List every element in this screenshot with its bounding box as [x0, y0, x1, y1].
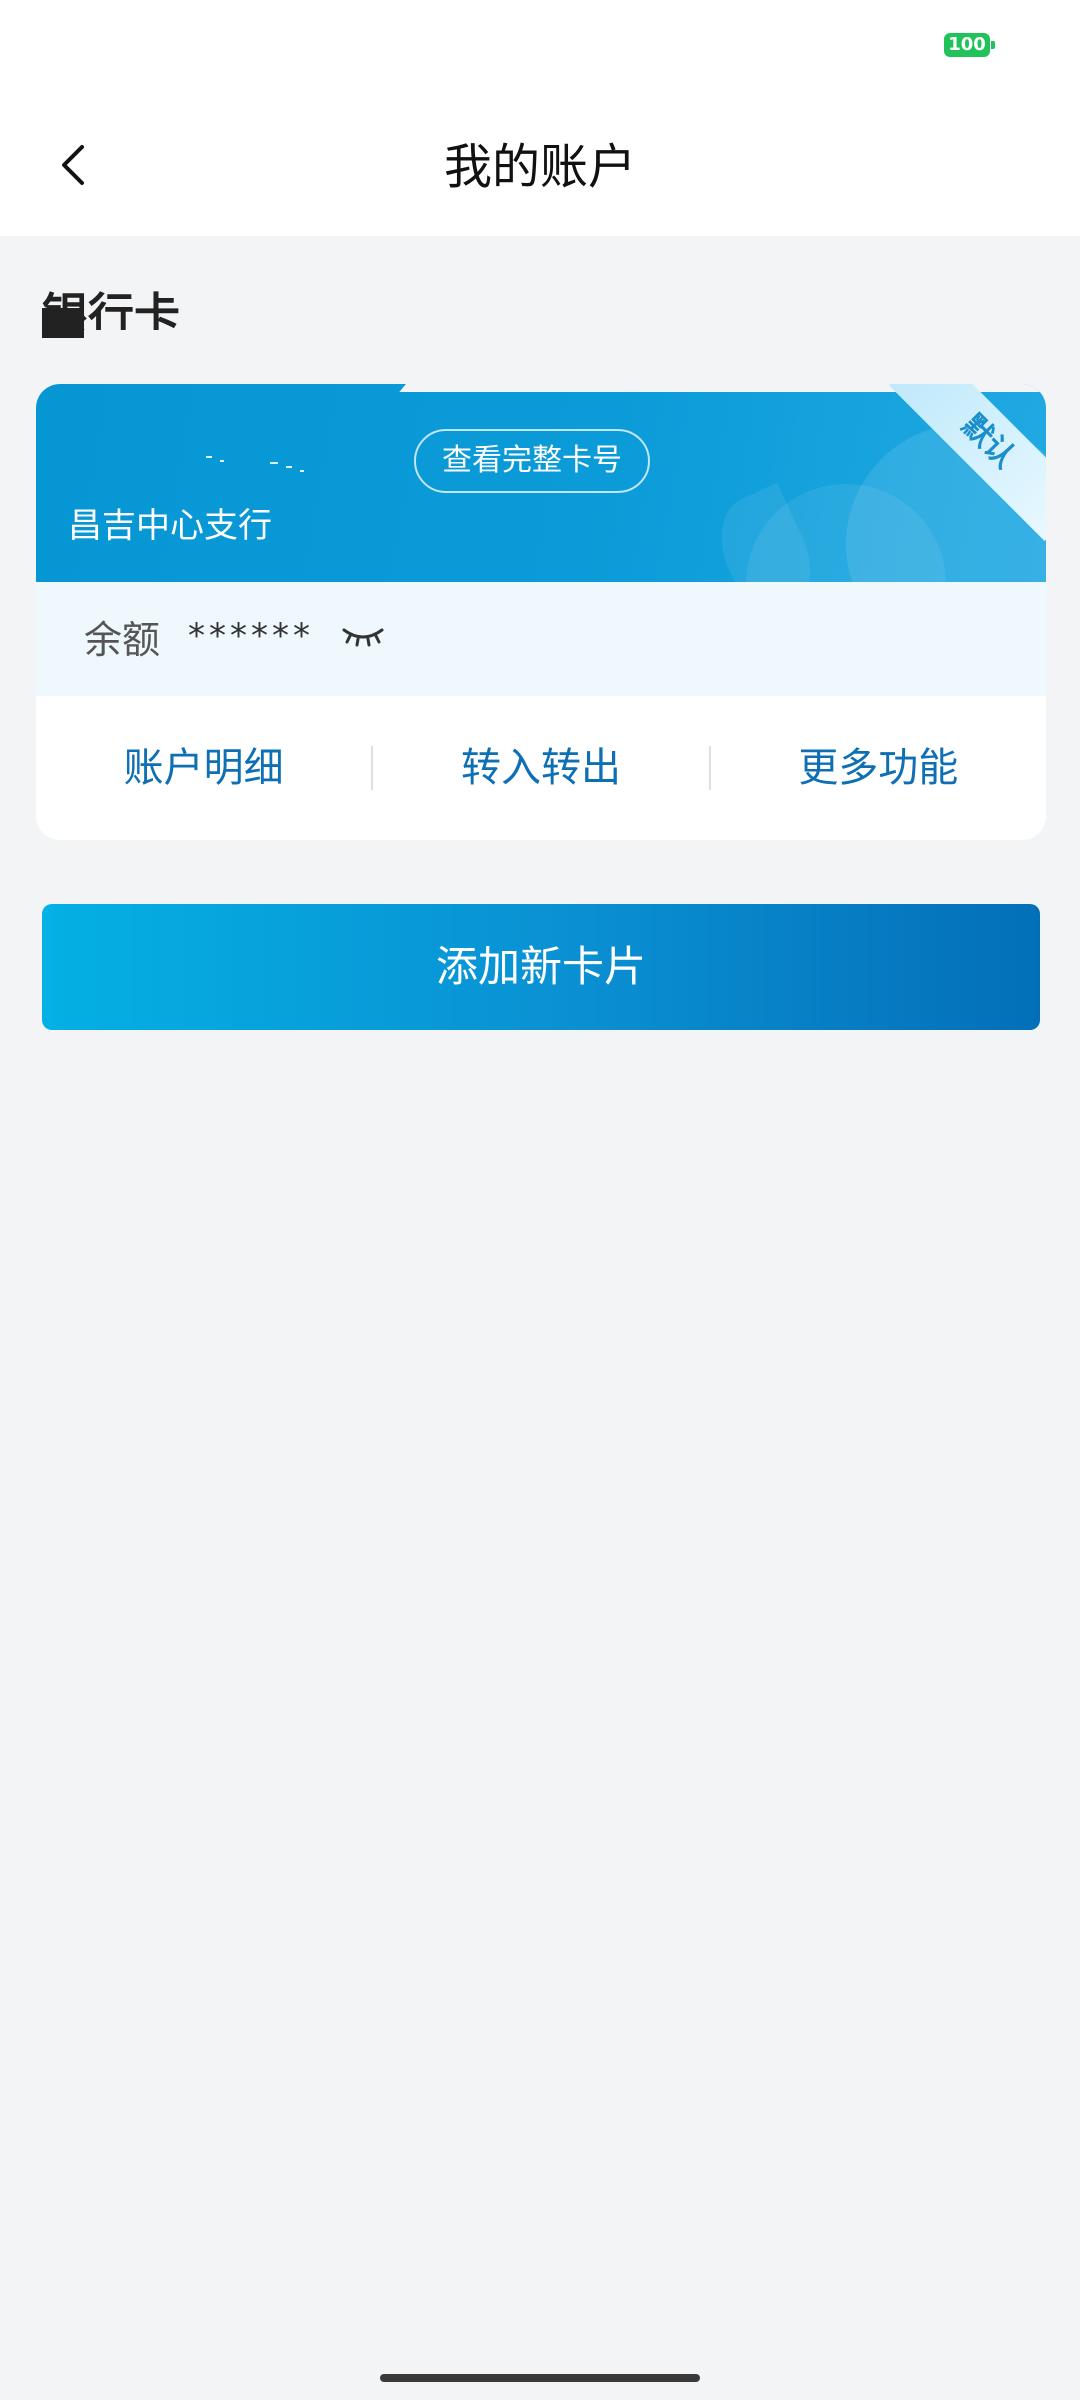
- page-title: 我的账户: [443, 139, 636, 195]
- add-new-card-button[interactable]: 添加新卡片: [42, 904, 1040, 1030]
- eye-closed-icon: [342, 628, 384, 647]
- card-number-redacted: [196, 450, 346, 480]
- account-details-button[interactable]: 账户明细: [36, 738, 371, 798]
- battery-indicator: 100: [944, 33, 995, 57]
- status-bar: 100: [0, 0, 1080, 100]
- redaction-block: [42, 308, 84, 338]
- view-full-number-button[interactable]: 查看完整卡号: [414, 429, 650, 493]
- navbar: 我的账户: [0, 100, 1080, 236]
- screen: 100 我的账户 银行卡 查看完整卡号 昌吉中心支行 默认 余额 ****** …: [0, 0, 1080, 2400]
- balance-row: 余额 ******: [36, 582, 1046, 696]
- balance-value: ******: [188, 616, 314, 656]
- toggle-balance-visibility[interactable]: [338, 612, 388, 662]
- more-functions-button[interactable]: 更多功能: [711, 738, 1046, 798]
- bank-card[interactable]: 查看完整卡号 昌吉中心支行 默认 余额 ****** 账户明细 转入转出 更多功…: [36, 384, 1046, 840]
- balance-label: 余额: [84, 618, 161, 662]
- card-header: 查看完整卡号 昌吉中心支行 默认: [36, 384, 1046, 582]
- card-actions: 账户明细 转入转出 更多功能: [36, 696, 1046, 840]
- home-indicator[interactable]: [380, 2374, 700, 2382]
- transfer-in-out-button[interactable]: 转入转出: [373, 738, 708, 798]
- branch-name: 昌吉中心支行: [68, 506, 272, 546]
